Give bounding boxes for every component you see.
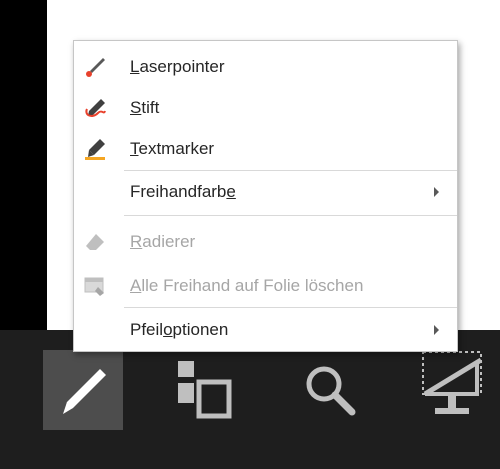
menu-item-stift[interactable]: Stift: [74, 89, 457, 127]
menu-item-textmarker[interactable]: Textmarker: [74, 130, 457, 168]
pen-context-menu: Laserpointer Stift Textmarker Freihandfa…: [73, 40, 458, 352]
highlighter-icon: [84, 138, 106, 160]
magnifier-icon: [306, 366, 356, 416]
pen-icon: [84, 97, 106, 119]
menu-item-label: Freihandfarbe: [130, 182, 236, 201]
menu-separator: [124, 170, 457, 171]
menu-item-label: Alle Freihand auf Folie löschen: [130, 276, 364, 295]
menu-item-label: Radierer: [130, 232, 196, 251]
submenu-arrow-icon: [434, 187, 439, 197]
menu-separator: [124, 307, 457, 308]
menu-item-label: Pfeiloptionen: [130, 320, 229, 339]
menu-item-alle-freihand-loeschen[interactable]: Alle Freihand auf Folie löschen: [74, 267, 457, 305]
menu-item-radierer[interactable]: Radierer: [74, 223, 457, 261]
submenu-arrow-icon: [434, 325, 439, 335]
screen-off-icon: [422, 351, 483, 414]
pen-tool-button[interactable]: [43, 350, 123, 430]
menu-item-label: Stift: [130, 98, 160, 117]
menu-separator: [124, 215, 457, 216]
menu-item-freihandfarbe[interactable]: Freihandfarbe: [74, 173, 457, 211]
menu-item-pfeiloptionen[interactable]: Pfeiloptionen: [74, 311, 457, 349]
zoom-button[interactable]: [290, 350, 370, 430]
eraser-icon: [84, 231, 106, 253]
pen-icon: [63, 369, 106, 414]
see-all-slides-button[interactable]: [163, 350, 243, 430]
menu-item-laserpointer[interactable]: Laserpointer: [74, 48, 457, 86]
erase-all-ink-icon: [84, 275, 106, 297]
menu-item-label: Textmarker: [130, 139, 215, 158]
screen-blank-button[interactable]: [410, 350, 490, 430]
menu-item-label: Laserpointer: [130, 57, 225, 76]
slides-grid-icon: [178, 361, 232, 419]
laser-pointer-icon: [84, 56, 106, 78]
